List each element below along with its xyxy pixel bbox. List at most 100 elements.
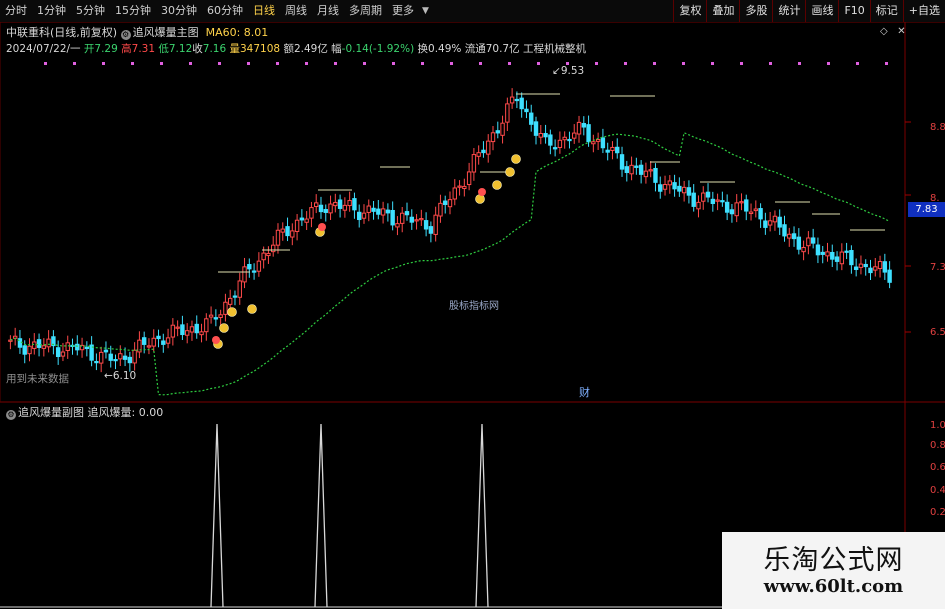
candle-body-115 — [557, 139, 563, 148]
period-tab-7[interactable]: 周线 — [280, 0, 312, 22]
candle-body-172 — [830, 251, 835, 260]
close-icon[interactable]: ✕ — [897, 26, 905, 37]
candle-body-166 — [801, 247, 806, 253]
future-data-note: 用到未来数据 — [6, 373, 69, 385]
quote-date: 2024/07/22/一 — [6, 43, 81, 55]
candle-body-118 — [572, 132, 577, 139]
candle-body-179 — [863, 263, 868, 268]
period-tab-3[interactable]: 15分钟 — [110, 0, 156, 22]
candle-body-67 — [328, 203, 333, 214]
coin-icon-3 — [247, 304, 257, 314]
candle-body-135 — [653, 167, 658, 183]
period-tab-10[interactable]: 更多 — [387, 0, 419, 22]
candle-body-177 — [853, 266, 859, 270]
candle-body-120 — [581, 122, 586, 128]
candle-body-182 — [877, 261, 883, 270]
candle-body-180 — [868, 267, 873, 274]
axis-label-3: 7.3 — [930, 262, 945, 273]
period-tab-4[interactable]: 30分钟 — [156, 0, 202, 22]
quote-info-line: 2024/07/22/一 开7.29 高7.31 低7.12收7.16 量347… — [6, 41, 586, 56]
tool-button-5[interactable]: F10 — [838, 0, 869, 22]
candle-body-113 — [548, 134, 553, 146]
period-tab-1[interactable]: 1分钟 — [32, 0, 71, 22]
coin-icon-2 — [227, 307, 237, 317]
tool-button-2[interactable]: 多股 — [739, 0, 772, 22]
flower-icon-1 — [318, 223, 326, 231]
candle-body-82 — [400, 212, 405, 224]
sub-indicator-name[interactable]: 追风爆量副图 — [18, 406, 84, 419]
top-marker-dot-1 — [73, 62, 76, 65]
period-tab-8[interactable]: 月线 — [312, 0, 344, 22]
settings-icon[interactable]: ⚙ — [120, 30, 131, 40]
tool-button-0[interactable]: 复权 — [673, 0, 706, 22]
candle-body-140 — [677, 185, 682, 192]
candle-body-96 — [466, 171, 472, 186]
coin-icon-1 — [219, 323, 229, 333]
volume-spike-2 — [475, 423, 489, 608]
candle-body-156 — [753, 208, 759, 212]
candle-body-150 — [724, 201, 730, 213]
candle-body-21 — [108, 353, 113, 361]
candle-body-168 — [810, 237, 816, 244]
top-marker-dot-2 — [102, 62, 105, 65]
high-label: 高 — [121, 43, 132, 55]
period-tab-5[interactable]: 60分钟 — [202, 0, 248, 22]
candle-body-40 — [199, 331, 204, 336]
candle-body-155 — [748, 211, 754, 215]
close-label: 收 — [192, 43, 203, 55]
tool-button-4[interactable]: 画线 — [805, 0, 838, 22]
top-marker-dot-23 — [711, 62, 714, 65]
settings-icon[interactable]: ⚙ — [6, 410, 16, 420]
change-label: 幅 — [331, 43, 342, 55]
candle-body-66 — [323, 209, 328, 213]
open-label: 开 — [83, 43, 95, 55]
candle-body-77 — [376, 208, 381, 215]
coin-icon-7 — [505, 167, 515, 177]
candle-body-57 — [280, 228, 285, 233]
candle-body-137 — [662, 184, 668, 190]
diamond-icon[interactable]: ◇ — [880, 26, 888, 37]
candle-body-100 — [486, 140, 491, 155]
change-value: -0.14(-1.92%) — [341, 43, 415, 55]
tool-button-6[interactable]: 标记 — [869, 0, 903, 22]
candle-body-97 — [471, 154, 477, 173]
period-tab-6[interactable]: 日线 — [248, 0, 280, 22]
more-dropdown-icon[interactable]: ▼ — [419, 6, 432, 16]
candle-body-24 — [122, 355, 128, 360]
candle-body-36 — [180, 324, 185, 336]
candle-body-144 — [696, 201, 701, 210]
tool-button-7[interactable]: +自选 — [902, 0, 945, 22]
candle-body-56 — [275, 229, 281, 246]
period-toolbar: 分时 1分钟 5分钟 15分钟 30分钟 60分钟 日线 周线 月线 多周期 更多 ▼ 复权 叠加 多股统… — [0, 0, 945, 23]
candle-body-117 — [567, 138, 572, 142]
top-marker-dot-24 — [740, 62, 743, 65]
site-watermark-text: 股标指标网 — [449, 301, 499, 312]
candle-body-127 — [615, 146, 620, 154]
period-tab-0[interactable]: 分时 — [0, 0, 32, 22]
indicator-name[interactable]: 追风爆量主图 — [133, 26, 199, 39]
current-price-tag: 7.83 — [908, 202, 945, 217]
candle-body-139 — [672, 182, 677, 190]
top-marker-dot-3 — [131, 62, 134, 65]
candle-body-4 — [27, 345, 32, 355]
top-marker-dot-7 — [247, 62, 250, 65]
kline-chart-canvas[interactable] — [0, 22, 945, 609]
top-marker-dot-10 — [334, 62, 337, 65]
candle-body-116 — [562, 136, 567, 141]
candle-body-157 — [758, 208, 763, 220]
top-marker-dot-8 — [276, 62, 279, 65]
candle-body-101 — [490, 132, 496, 143]
candle-body-95 — [462, 185, 467, 190]
top-marker-dot-11 — [363, 62, 366, 65]
period-tab-2[interactable]: 5分钟 — [71, 0, 110, 22]
sector-label[interactable]: 工程机械整机 — [523, 43, 586, 55]
candle-body-154 — [744, 199, 749, 212]
stock-name[interactable]: 中联重科(日线,前复权) — [6, 26, 117, 39]
tool-button-3[interactable]: 统计 — [772, 0, 805, 22]
volume-value: 347108 — [240, 43, 281, 55]
candle-body-125 — [605, 149, 610, 153]
candle-body-14 — [75, 343, 80, 351]
tool-button-1[interactable]: 叠加 — [706, 0, 739, 22]
finance-marker[interactable]: 财 — [579, 384, 590, 400]
period-tab-9[interactable]: 多周期 — [344, 0, 387, 22]
